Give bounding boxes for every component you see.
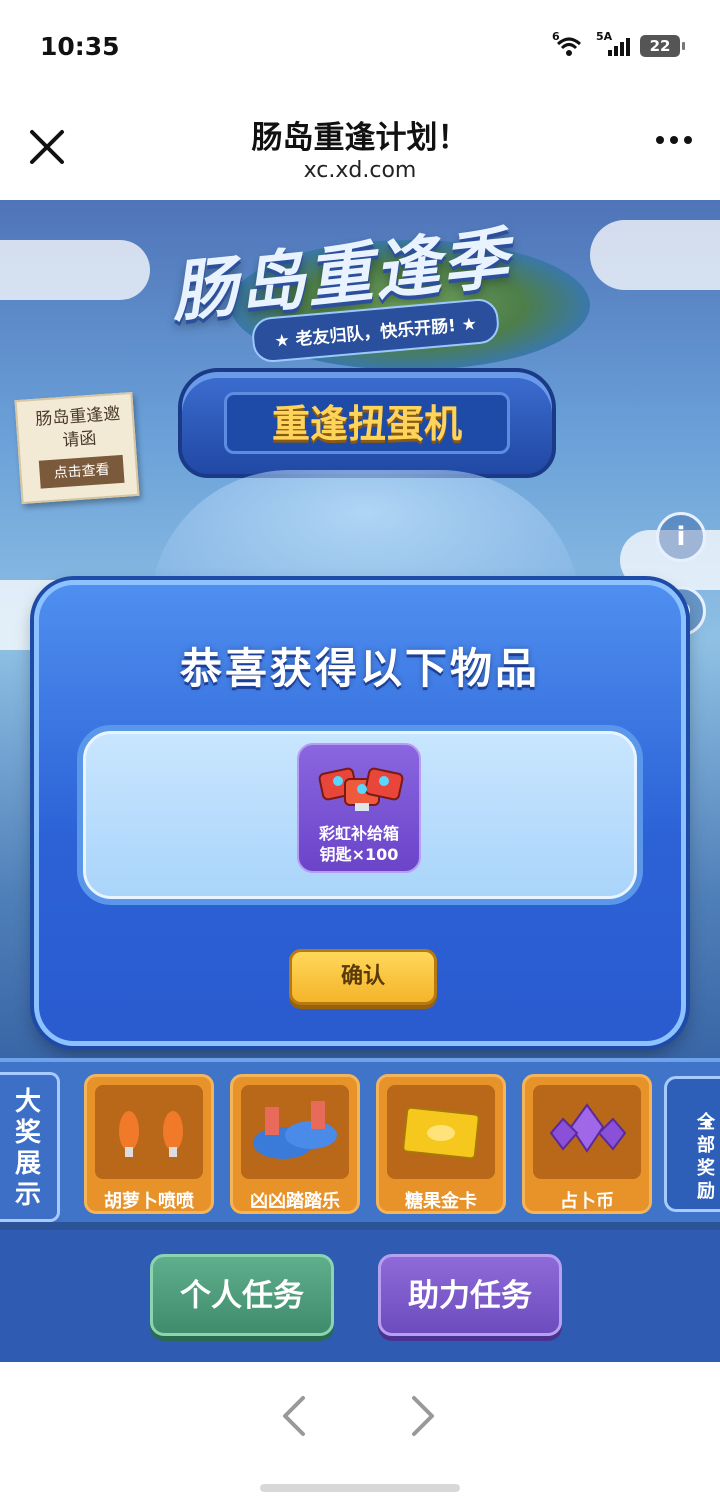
prize-showcase-label: 大奖展示: [0, 1072, 60, 1222]
game-canvas: 肠岛重逢季 ★ 老友归队，快乐开肠! ★ 肠岛重逢邀请函 点击查看 重逢扭蛋机 …: [0, 200, 720, 1362]
more-dot-icon: [656, 136, 664, 144]
prize-name: 占卜币: [560, 1191, 614, 1212]
browser-bottom-nav: [0, 1362, 720, 1505]
assist-task-button[interactable]: 助力任务: [378, 1254, 562, 1336]
status-time: 10:35: [40, 32, 120, 61]
more-options-button[interactable]: [656, 136, 692, 144]
reward-item[interactable]: 彩虹补给箱 钥匙×100: [297, 743, 421, 873]
supply-box-key-icon: [318, 767, 404, 811]
home-indicator[interactable]: [260, 1484, 460, 1492]
info-icon: i: [676, 522, 686, 552]
wifi-icon: 6: [552, 30, 586, 58]
invite-letter-card[interactable]: 肠岛重逢邀请函 点击查看: [14, 392, 140, 504]
personal-task-button[interactable]: 个人任务: [150, 1254, 334, 1336]
shark-slippers-icon: [241, 1085, 349, 1179]
task-bar: 个人任务 助力任务: [0, 1230, 720, 1362]
confirm-button[interactable]: 确认: [289, 949, 437, 1005]
browser-header: 肠岛重逢计划！ xc.xd.com: [0, 92, 720, 200]
prize-card[interactable]: 凶凶踏踏乐: [230, 1074, 360, 1214]
prize-showcase-title: 大奖展示: [14, 1087, 41, 1210]
arrow-left-icon: ◂: [701, 1112, 711, 1133]
carrot-spray-icon: [95, 1085, 203, 1179]
back-button[interactable]: [275, 1392, 315, 1440]
prize-card[interactable]: 糖果金卡: [376, 1074, 506, 1214]
all-rewards-button[interactable]: 全部奖励 ◂: [664, 1076, 720, 1212]
reward-panel: 彩虹补给箱 钥匙×100: [77, 725, 643, 905]
modal-title: 恭喜获得以下物品: [179, 644, 540, 693]
chevron-right-icon: [412, 1396, 434, 1436]
more-dot-icon: [684, 136, 692, 144]
gacha-machine-label: 重逢扭蛋机: [224, 392, 510, 454]
chevron-left-icon: [283, 1396, 305, 1436]
status-icons: 6 5A 22: [552, 30, 685, 58]
reward-quantity: 钥匙×100: [319, 845, 399, 864]
signal-bars: [608, 38, 630, 56]
invite-view-link: 点击查看: [38, 454, 125, 489]
info-button[interactable]: i: [656, 512, 706, 562]
gold-card-icon: [387, 1085, 495, 1179]
forward-button[interactable]: [402, 1392, 442, 1440]
wifi-label: 6: [552, 30, 560, 43]
more-dot-icon: [670, 136, 678, 144]
prize-card[interactable]: 胡萝卜喷喷: [84, 1074, 214, 1214]
gacha-machine-lid: 重逢扭蛋机: [178, 368, 556, 478]
prize-name: 凶凶踏踏乐: [250, 1191, 340, 1212]
prize-name: 胡萝卜喷喷: [104, 1191, 194, 1212]
page-url: xc.xd.com: [303, 158, 417, 183]
prize-card[interactable]: 占卜币: [522, 1074, 652, 1214]
divination-coin-icon: [533, 1085, 641, 1179]
prize-showcase: 大奖展示 胡萝卜喷喷 凶凶踏踏乐 糖果金卡 占卜币 全部奖励 ◂: [0, 1058, 720, 1222]
status-bar: 10:35 6 5A 22: [0, 0, 720, 92]
invite-title: 肠岛重逢邀请函: [34, 403, 121, 451]
cloud-decoration: [590, 220, 720, 290]
cellular-signal-icon: 5A: [596, 30, 630, 58]
reward-modal: 恭喜获得以下物品 彩虹补给箱 钥匙×100 确认: [34, 580, 686, 1046]
reward-name: 彩虹补给箱: [318, 824, 399, 843]
cloud-decoration: [0, 240, 150, 300]
reward-label: 彩虹补给箱 钥匙×100: [299, 823, 419, 865]
page-title: 肠岛重逢计划！: [251, 120, 469, 156]
prize-name: 糖果金卡: [405, 1191, 477, 1212]
battery-icon: 22: [640, 35, 685, 57]
